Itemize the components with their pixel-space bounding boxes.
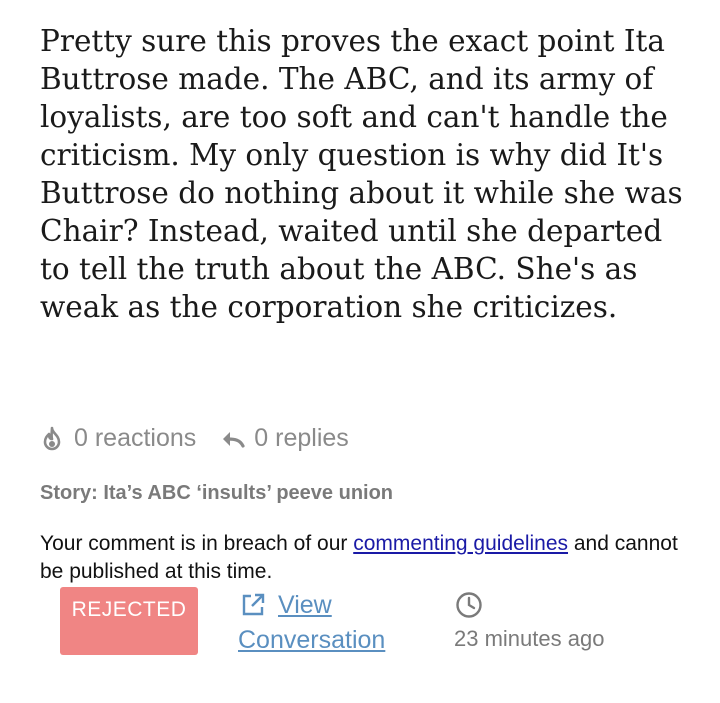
comment-meta: 0 reactions 0 replies (40, 424, 349, 453)
timestamp-text: 23 minutes ago (454, 626, 605, 651)
reply-arrow-icon (220, 429, 246, 449)
commenting-guidelines-link[interactable]: commenting guidelines (353, 532, 568, 555)
external-link-icon (240, 592, 266, 628)
clock-icon (454, 592, 484, 624)
moderation-notice: Your comment is in breach of our comment… (40, 530, 690, 586)
reactions-count: 0 reactions (74, 424, 197, 452)
comment-text: Pretty sure this proves the exact point … (40, 24, 683, 324)
rejected-status-badge: REJECTED (60, 587, 198, 655)
reactions-button[interactable]: 0 reactions (40, 424, 196, 453)
replies-count: 0 replies (254, 424, 349, 452)
flame-icon (40, 426, 64, 452)
replies-button[interactable]: 0 replies (220, 424, 349, 453)
timestamp: 23 minutes ago (454, 590, 604, 651)
view-conversation-link[interactable]: View Conversation (238, 588, 418, 658)
notice-text-before: Your comment is in breach of our (40, 532, 354, 555)
story-title[interactable]: Story: Ita’s ABC ‘insults’ peeve union (40, 482, 393, 505)
